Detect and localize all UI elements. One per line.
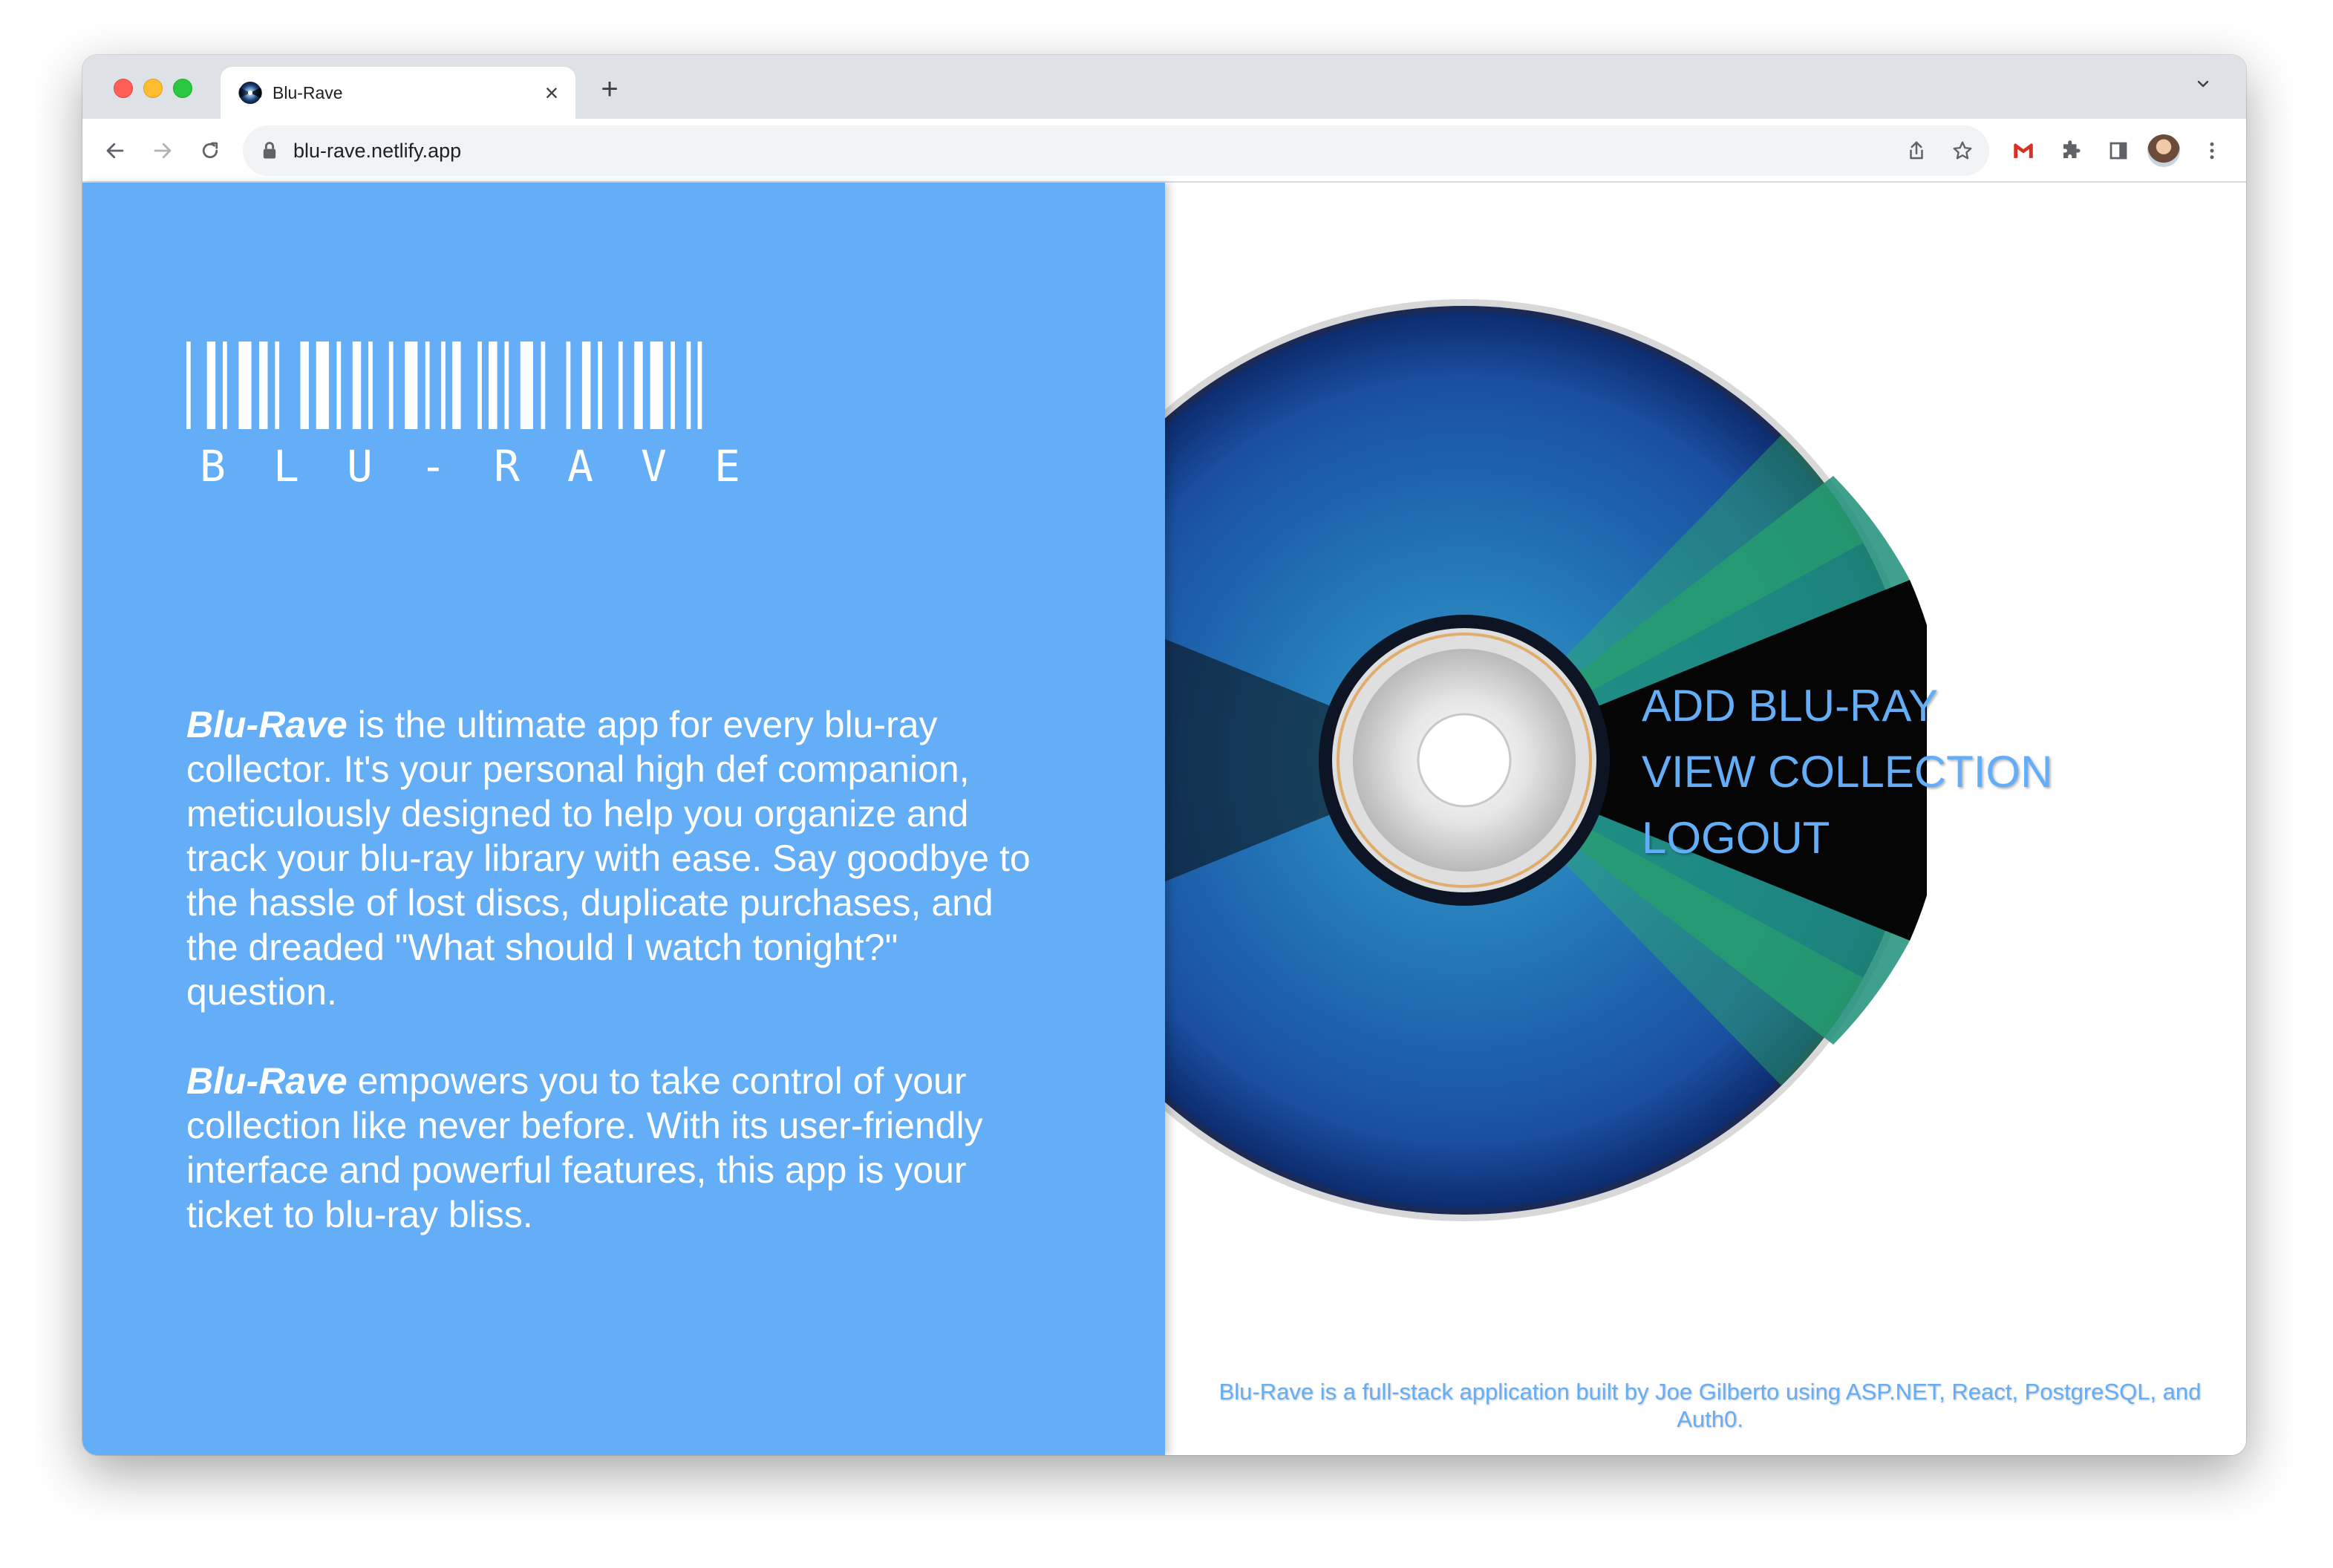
intro-paragraph-text: is the ultimate app for every blu-ray co…	[186, 704, 1031, 1013]
chrome-menu-button[interactable]	[2193, 131, 2231, 170]
footer-credits: Blu-Rave is a full-stack application bui…	[1218, 1379, 2202, 1432]
share-button[interactable]	[1903, 137, 1930, 164]
logo-letter: V	[641, 441, 667, 491]
gmail-icon	[2012, 143, 2035, 158]
logo-letter: -	[420, 441, 446, 491]
logo-letter: B	[200, 441, 226, 491]
app-name-emphasis: Blu-Rave	[186, 704, 347, 745]
logo-letter: R	[494, 441, 520, 491]
intro-paragraph: Blu-Rave empowers you to take control of…	[186, 1059, 1048, 1237]
tab-strip: Blu-Rave × +	[82, 55, 2246, 119]
puzzle-icon	[2063, 140, 2081, 158]
profile-avatar[interactable]	[2147, 134, 2180, 167]
main-nav: ADD BLU-RAY VIEW COLLECTION LOGOUT	[1642, 673, 2052, 871]
logo-letter: A	[567, 441, 593, 491]
minimize-window-button[interactable]	[143, 79, 163, 98]
reload-icon	[202, 142, 218, 159]
arrow-left-icon	[106, 143, 124, 159]
blu-rave-logo: B L U - R A V E	[186, 342, 754, 491]
extensions-button[interactable]	[2052, 131, 2090, 170]
chevron-down-icon	[2197, 80, 2209, 88]
barcode-logo-icon	[186, 342, 702, 429]
tab-title: Blu-Rave	[273, 83, 343, 102]
side-panel-icon	[2110, 142, 2127, 160]
view-collection-link[interactable]: VIEW COLLECTION	[1642, 739, 2052, 805]
logout-link[interactable]: LOGOUT	[1642, 805, 2052, 871]
intro-paragraph: Blu-Rave is the ultimate app for every b…	[186, 702, 1048, 1014]
url-text[interactable]: blu-rave.netlify.app	[293, 125, 461, 176]
new-tab-button[interactable]: +	[593, 73, 626, 105]
kebab-menu-icon	[2210, 142, 2214, 160]
add-blu-ray-link[interactable]: ADD BLU-RAY	[1642, 673, 2052, 739]
close-tab-icon[interactable]: ×	[540, 81, 564, 105]
intro-text: Blu-Rave is the ultimate app for every b…	[186, 702, 1048, 1281]
logo-wordmark: B L U - R A V E	[186, 441, 754, 491]
reload-button[interactable]	[191, 131, 229, 170]
back-button[interactable]	[96, 131, 134, 170]
bookmark-button[interactable]	[1949, 137, 1976, 164]
logo-letter: L	[273, 441, 299, 491]
app-name-emphasis: Blu-Rave	[186, 1060, 347, 1102]
gmail-extension-button[interactable]	[2004, 131, 2043, 170]
logo-letter: U	[347, 441, 373, 491]
browser-window: Blu-Rave × + blu-rave.netlify.app B L U …	[82, 55, 2246, 1455]
tab-blu-rave[interactable]: Blu-Rave ×	[221, 67, 575, 119]
about-panel: B L U - R A V E Blu-Rave is the ultimate…	[82, 183, 1165, 1455]
page-content: B L U - R A V E Blu-Rave is the ultimate…	[82, 183, 2246, 1455]
lock-icon[interactable]	[259, 140, 280, 161]
forward-button[interactable]	[143, 131, 182, 170]
tab-search-button[interactable]	[2190, 74, 2216, 101]
address-bar[interactable]: blu-rave.netlify.app	[243, 125, 1989, 176]
browser-toolbar: blu-rave.netlify.app	[82, 119, 2246, 183]
star-icon	[1953, 141, 1972, 160]
arrow-right-icon	[154, 143, 172, 159]
logo-letter: E	[714, 441, 740, 491]
share-icon	[1910, 141, 1923, 160]
close-window-button[interactable]	[114, 79, 133, 98]
disc-favicon-icon	[238, 82, 262, 104]
zoom-window-button[interactable]	[173, 79, 192, 98]
side-panel-button[interactable]	[2099, 131, 2138, 170]
